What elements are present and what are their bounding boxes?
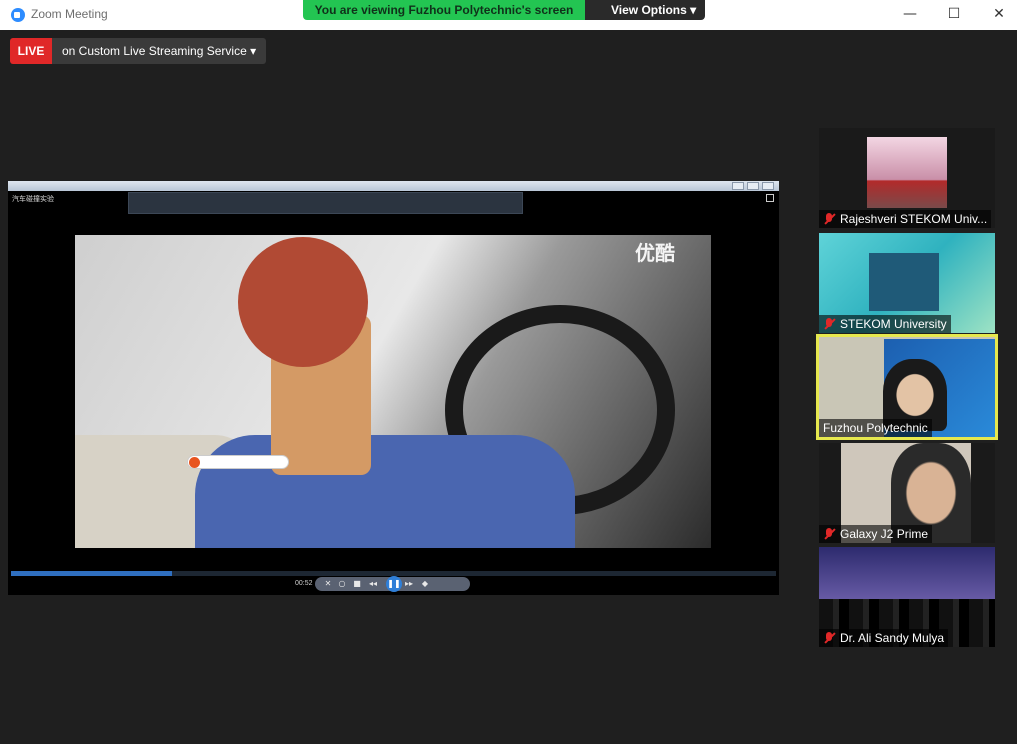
sogou-ime-icon xyxy=(189,457,200,468)
mic-muted-icon xyxy=(823,528,835,540)
fullscreen-icon xyxy=(766,194,774,202)
live-service-dropdown[interactable]: on Custom Live Streaming Service ▾ xyxy=(52,38,267,64)
ab-repeat-icon: ✕ xyxy=(324,579,332,588)
participant-name: Fuzhou Polytechnic xyxy=(823,421,928,435)
participant-name-tag: STEKOM University xyxy=(819,315,951,333)
participant-tile-stekom[interactable]: STEKOM University xyxy=(819,233,995,333)
maximize-button[interactable]: ☐ xyxy=(940,3,968,25)
participant-name-tag: Galaxy J2 Prime xyxy=(819,525,933,543)
participant-tile-fuzhou[interactable]: Fuzhou Polytechnic xyxy=(816,334,998,440)
close-button[interactable]: ✕ xyxy=(985,3,1013,25)
minimize-button[interactable]: — xyxy=(896,3,924,25)
player-top-bar xyxy=(128,192,523,214)
participant-name-tag: Dr. Ali Sandy Mulya xyxy=(819,629,949,647)
participant-name: Dr. Ali Sandy Mulya xyxy=(840,631,945,645)
rewind-icon: ◂◂ xyxy=(368,579,378,588)
pause-icon: ❚❚ xyxy=(386,576,402,592)
participant-name: Galaxy J2 Prime xyxy=(840,527,929,541)
mic-muted-icon xyxy=(823,632,835,644)
participant-name: STEKOM University xyxy=(840,317,947,331)
participant-name: Rajeshveri STEKOM Univ... xyxy=(840,212,988,226)
video-progress-fill xyxy=(11,571,172,576)
view-options-button[interactable]: View Options ▾ xyxy=(585,0,705,20)
mic-muted-icon xyxy=(823,213,835,225)
live-badge: LIVE xyxy=(10,38,52,64)
shared-restore-icon xyxy=(747,182,759,190)
volume-icon: ◆ xyxy=(421,579,429,588)
loop-icon: ○ xyxy=(338,579,346,588)
participant-name-tag: Fuzhou Polytechnic xyxy=(819,419,932,437)
dummy-head xyxy=(238,237,368,367)
live-stream-indicator: LIVE on Custom Live Streaming Service ▾ xyxy=(10,38,267,64)
poster-panel xyxy=(869,253,939,311)
participant-tile-galaxy[interactable]: Galaxy J2 Prime xyxy=(819,443,995,543)
cherry-blossom-thumbnail xyxy=(867,137,947,208)
window-title: Zoom Meeting xyxy=(31,7,108,21)
mic-muted-icon xyxy=(823,318,835,330)
forward-icon: ▸▸ xyxy=(404,579,414,588)
participant-name-tag: Rajeshveri STEKOM Univ... xyxy=(819,210,992,228)
player-caption: 汽车碰撞实验 xyxy=(12,195,54,203)
shared-window-titlebar xyxy=(8,181,779,191)
player-controls: ✕ ○ ■ ◂◂ ❚❚ ▸▸ ◆ xyxy=(315,576,470,592)
video-watermark: 优酷 xyxy=(635,241,675,265)
stop-icon: ■ xyxy=(353,579,361,588)
elapsed-time: 00:52 xyxy=(295,580,313,587)
screen-share-banner: You are viewing Fuzhou Polytechnic's scr… xyxy=(303,0,705,20)
zoom-logo-icon xyxy=(11,8,25,22)
shared-screen: 汽车碰撞实验 优酷 00:52 ✕ ○ ■ ◂◂ ❚❚ ▸▸ ◆ xyxy=(8,181,779,595)
dummy-torso xyxy=(195,435,575,548)
crash-test-video: 优酷 xyxy=(75,235,711,548)
shared-close-icon xyxy=(762,182,774,190)
ime-toolbar xyxy=(187,455,289,469)
participant-tile-ali[interactable]: Dr. Ali Sandy Mulya xyxy=(819,547,995,647)
participant-tile-rajeshveri[interactable]: Rajeshveri STEKOM Univ... xyxy=(819,128,995,228)
share-status-text: You are viewing Fuzhou Polytechnic's scr… xyxy=(303,0,585,20)
shared-minimize-icon xyxy=(732,182,744,190)
